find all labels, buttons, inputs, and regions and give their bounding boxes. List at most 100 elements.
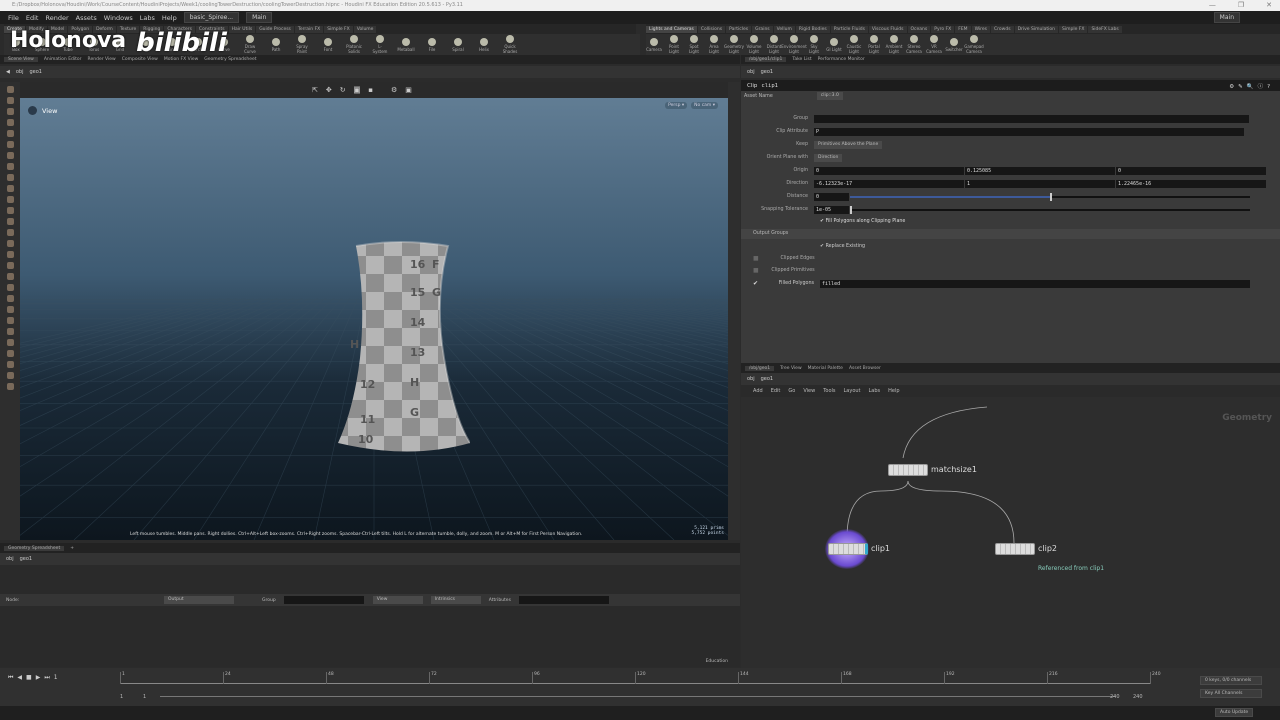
shelf-tool[interactable]: Environment Light	[781, 35, 807, 54]
tool-icon[interactable]	[6, 97, 14, 104]
shelf-tool[interactable]: Camera	[646, 37, 662, 52]
camera-menu[interactable]: No cam ▾	[691, 102, 718, 109]
shelf-tool[interactable]: Distant Light	[766, 35, 782, 54]
origin-z[interactable]: 0	[1116, 166, 1266, 175]
tool-icon[interactable]	[6, 141, 14, 148]
shelf-tab[interactable]: Pyro FX	[931, 25, 955, 33]
tool-icon[interactable]	[6, 350, 14, 357]
shelf-tab[interactable]: Guide Process	[256, 25, 294, 33]
tool-icon[interactable]	[6, 218, 14, 225]
shelf-tab[interactable]: Simple FX	[324, 25, 353, 33]
shelf-tool[interactable]: Ambient Light	[886, 35, 902, 54]
menu-render[interactable]: Render	[45, 14, 68, 22]
minimize-button[interactable]: —	[1209, 0, 1216, 11]
current-frame-field[interactable]: 1	[54, 674, 58, 682]
tool-icon[interactable]	[6, 207, 14, 214]
maximize-button[interactable]: ❐	[1238, 0, 1244, 11]
distance-field[interactable]: 0	[814, 192, 849, 201]
tool-icon[interactable]	[6, 383, 14, 390]
menu-windows[interactable]: Windows	[104, 14, 133, 22]
timeline-ruler[interactable]: 1 24 48 72 96 120 144 168 192 216 240	[120, 672, 1161, 684]
pane-tab[interactable]: Motion FX View	[164, 57, 198, 62]
shelf-tab[interactable]: Grains	[752, 25, 773, 33]
pane-tab[interactable]: Performance Monitor	[818, 57, 865, 62]
params-path-geo[interactable]: geo1	[761, 69, 774, 75]
pane-tab[interactable]: Scene View	[4, 57, 38, 62]
shelf-tool[interactable]: Area Light	[706, 35, 722, 54]
tool-icon[interactable]	[6, 262, 14, 269]
direction-z[interactable]: 1.22465e-16	[1116, 179, 1266, 188]
tool-icon[interactable]	[6, 372, 14, 379]
shelf-tool[interactable]: Spot Light	[686, 35, 702, 54]
snap-icon[interactable]: ▪	[368, 86, 373, 94]
menu-help[interactable]: Help	[162, 14, 177, 22]
shelf-tool[interactable]: GI Light	[826, 37, 842, 52]
desktop-select[interactable]: basic_Spiree...	[183, 12, 240, 23]
tab-geometry-spreadsheet[interactable]: Geometry Spreadsheet	[4, 545, 65, 551]
play-back-icon[interactable]: ◀	[17, 674, 22, 682]
node-clip2[interactable]	[995, 543, 1035, 555]
filled-polygons-field[interactable]: filled	[820, 279, 1251, 288]
shelf-tool[interactable]: Helix	[476, 37, 492, 52]
keys-channels-button[interactable]: 0 keys, 0/0 channels	[1200, 676, 1262, 685]
key-all-channels-button[interactable]: Key All Channels	[1200, 689, 1262, 698]
pane-tab[interactable]: Composite View	[122, 57, 158, 62]
shelf-tool[interactable]: Spiral	[450, 37, 466, 52]
tool-icon[interactable]	[6, 295, 14, 302]
asset-name-select[interactable]: clip::3.0	[816, 92, 843, 100]
shelf-tool[interactable]: L-System	[372, 35, 388, 54]
replace-existing-checkbox[interactable]: ✔	[820, 244, 824, 249]
shelf-tab[interactable]: FEM	[955, 25, 971, 33]
group-field[interactable]	[814, 114, 1249, 123]
auto-update-button[interactable]: Auto Update	[1215, 708, 1254, 717]
keep-select[interactable]: Primitives Above the Plane	[814, 140, 883, 149]
shelf-tool[interactable]: Font	[320, 37, 336, 52]
transform-icon[interactable]: ✥	[326, 86, 332, 94]
node-name-field[interactable]: clip1	[761, 83, 778, 89]
scene-viewport[interactable]: View Persp ▾ No cam ▾ 16 F 15 G 14 H 13 12 H 11 G 10…	[20, 98, 728, 540]
fill-polygons-checkbox[interactable]: ✔	[820, 219, 824, 224]
range-start[interactable]: 1	[120, 694, 123, 700]
network-editor[interactable]: /obj/geo1 Tree View Material Palette Asset …	[741, 363, 1280, 668]
shelf-tab[interactable]: Crowds	[991, 25, 1014, 33]
origin-x[interactable]: 0	[814, 166, 964, 175]
shelf-tab[interactable]: Rigid Bodies	[795, 25, 830, 33]
playback-start[interactable]: 1	[143, 694, 146, 700]
tool-icon[interactable]	[6, 273, 14, 280]
menu-file[interactable]: File	[8, 14, 19, 22]
range-end[interactable]: 240	[1133, 694, 1143, 700]
tool-icon[interactable]	[6, 130, 14, 137]
context-select[interactable]: Main	[246, 12, 273, 23]
pane-tab[interactable]: Animation Editor	[44, 57, 82, 62]
tool-icon[interactable]	[6, 108, 14, 115]
shelf-tool[interactable]: Switcher	[945, 37, 963, 52]
shelf-tab[interactable]: Hair Utils	[228, 25, 256, 33]
spreadsheet-path-geo[interactable]: geo1	[20, 556, 33, 562]
shelf-tab[interactable]: Terrain FX	[294, 25, 324, 33]
tool-icon[interactable]	[6, 306, 14, 313]
shelf-tab[interactable]: Viscous Fluids	[868, 25, 907, 33]
rotate-icon[interactable]: ↻	[340, 86, 346, 94]
tool-icon[interactable]	[6, 174, 14, 181]
shelf-tab[interactable]: Simple FX	[1058, 25, 1088, 33]
spreadsheet-path-obj[interactable]: obj	[6, 556, 14, 562]
last-frame-icon[interactable]: ⏭	[44, 674, 49, 682]
params-path-obj[interactable]: obj	[747, 69, 755, 75]
tool-icon[interactable]	[6, 328, 14, 335]
node-clip1[interactable]	[828, 543, 868, 555]
distance-slider[interactable]	[850, 192, 1250, 201]
shelf-tool[interactable]: Quick Shades	[502, 35, 518, 54]
shelf-tab[interactable]: Oceans	[907, 25, 931, 33]
pane-tab[interactable]: Geometry Spreadsheet	[204, 57, 256, 62]
clip-attribute-field[interactable]: P	[814, 127, 1244, 136]
menu-labs[interactable]: Labs	[140, 14, 155, 22]
shelf-tool[interactable]: VR Camera	[926, 35, 942, 54]
tool-icon[interactable]	[6, 317, 14, 324]
shelf-tool[interactable]: File	[424, 37, 440, 52]
add-tab-icon[interactable]: +	[70, 546, 74, 551]
shelf-tab[interactable]: Lights and Cameras	[646, 25, 697, 33]
shelf-tool[interactable]: Point Light	[666, 35, 682, 54]
tool-icon[interactable]	[6, 163, 14, 170]
tool-icon[interactable]	[6, 229, 14, 236]
tool-icon[interactable]	[6, 339, 14, 346]
